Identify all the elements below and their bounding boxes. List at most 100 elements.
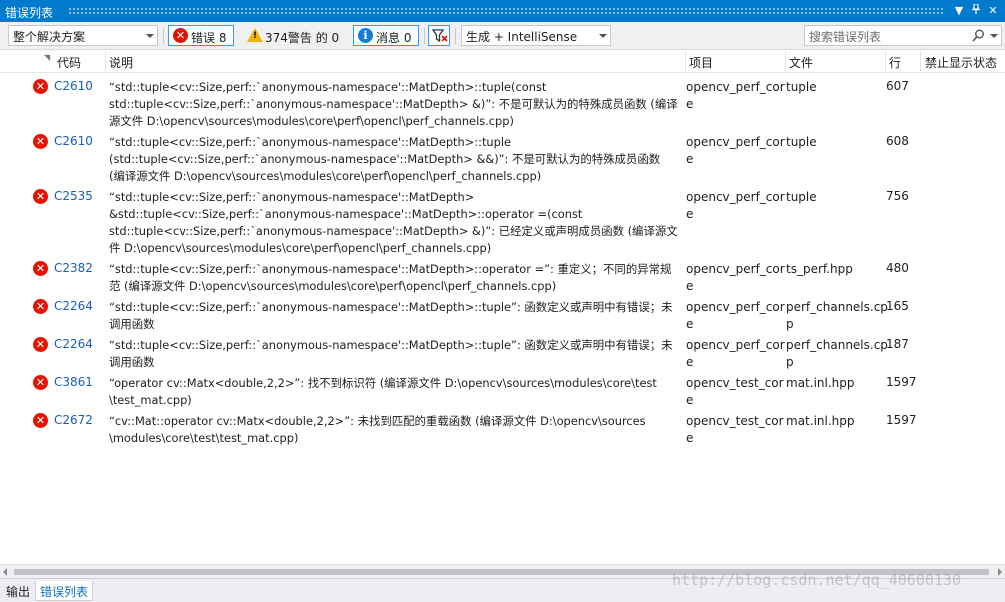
error-file: ts_perf.hpp <box>786 261 884 278</box>
error-project: opencv_perf_cor e <box>686 134 785 168</box>
warnings-label: 374警告 的 0 <box>265 31 340 45</box>
search-icon[interactable] <box>972 29 985 42</box>
error-code-link[interactable]: C2382 <box>54 261 93 275</box>
build-filter-dropdown[interactable]: 生成 + IntelliSense <box>461 25 611 46</box>
error-row[interactable]: ✕ C2672 “cv::Mat::operator cv::Matx<double… <box>0 408 1005 446</box>
error-row[interactable]: ✕ C2610 “std::tuple<cv::Size,perf::`anonym… <box>0 129 1005 184</box>
error-icon: ✕ <box>33 299 48 314</box>
warnings-toggle[interactable]: ! 374警告 的 0 <box>242 25 346 46</box>
tab-error-list[interactable]: 错误列表 <box>35 581 94 601</box>
scroll-right-icon[interactable] <box>998 568 1002 576</box>
error-description: “std::tuple<cv::Size,perf::`anonymous-na… <box>109 134 685 185</box>
error-description: “std::tuple<cv::Size,perf::`anonymous-na… <box>109 79 685 130</box>
search-options-icon[interactable] <box>990 34 998 38</box>
column-header: ◥ 代码 说明 项目 文件 行 禁止显示状态 <box>0 51 1005 73</box>
error-code-link[interactable]: C2264 <box>54 299 93 313</box>
error-project: opencv_perf_cor e <box>686 79 785 113</box>
error-row[interactable]: ✕ C3861 “operator cv::Matx<double,2,2>”: 找… <box>0 370 1005 408</box>
error-code-link[interactable]: C2672 <box>54 413 93 427</box>
title-bar: 错误列表 ▼ ✕ <box>0 0 1005 22</box>
error-description-line: “cv::Mat::operator cv::Matx<double,2,2>”… <box>109 414 646 428</box>
error-project-line: e <box>686 355 694 369</box>
error-description-line: std::tuple<cv::Size,perf::`anonymous-nam… <box>109 224 678 238</box>
error-description-line: \modules\core\test\test_mat.cpp) <box>109 431 299 445</box>
error-row[interactable]: ✕ C2535 “std::tuple<cv::Size,perf::`anonym… <box>0 184 1005 256</box>
window-title: 错误列表 <box>5 6 54 20</box>
scroll-left-icon[interactable] <box>3 568 7 576</box>
error-description-line: 调用函数 <box>109 355 155 369</box>
error-project: opencv_perf_core <box>686 189 785 223</box>
separator <box>163 28 164 44</box>
tab-output[interactable]: 输出 <box>2 581 34 601</box>
error-file-line: tuple <box>786 190 817 204</box>
error-description: “std::tuple<cv::Size,perf::`anonymous-na… <box>109 337 685 371</box>
error-file-line: p <box>786 355 794 369</box>
scope-dropdown[interactable]: 整个解决方案 <box>8 25 158 46</box>
error-row[interactable]: ✕ C2610 “std::tuple<cv::Size,perf::`anonym… <box>0 74 1005 129</box>
error-description-line: 调用函数 <box>109 317 155 331</box>
error-list: ✕ C2610 “std::tuple<cv::Size,perf::`anonym… <box>0 74 1005 564</box>
filter-icon <box>432 29 448 43</box>
error-row[interactable]: ✕ C2382 “std::tuple<cv::Size,perf::`anonym… <box>0 256 1005 294</box>
error-description-line: “std::tuple<cv::Size,perf::`anonymous-na… <box>109 80 547 94</box>
error-project-line: e <box>686 279 694 293</box>
column-line[interactable]: 行 <box>889 54 901 71</box>
error-description: “std::tuple<cv::Size,perf::`anonymous-na… <box>109 261 685 295</box>
error-project-line: opencv_perf_cor <box>686 135 785 149</box>
error-file-line: mat.inl.hpp <box>786 414 855 428</box>
error-icon: ✕ <box>173 28 188 43</box>
search-placeholder: 搜索错误列表 <box>809 30 882 44</box>
error-code-link[interactable]: C3861 <box>54 375 93 389</box>
error-line-number: 165 <box>886 299 909 313</box>
error-description-line: “std::tuple<cv::Size,perf::`anonymous-na… <box>109 135 512 149</box>
error-description: “std::tuple<cv::Size,perf::`anonymous-na… <box>109 299 685 333</box>
error-row[interactable]: ✕ C2264 “std::tuple<cv::Size,perf::`anonym… <box>0 294 1005 332</box>
sort-icon[interactable]: ◥ <box>44 53 50 62</box>
error-project: opencv_perf_cor e <box>686 299 785 333</box>
error-file: perf_channels.cpp <box>786 337 888 371</box>
error-file-line: perf_channels.cp <box>786 338 888 352</box>
chevron-down-icon <box>146 34 154 38</box>
close-icon[interactable]: ✕ <box>985 3 1001 19</box>
title-grip[interactable] <box>68 7 943 15</box>
error-code-link[interactable]: C2264 <box>54 337 93 351</box>
error-icon: ✕ <box>33 375 48 390</box>
column-file[interactable]: 文件 <box>789 54 813 71</box>
dropdown-icon[interactable]: ▼ <box>951 3 967 19</box>
error-icon: ✕ <box>33 337 48 352</box>
error-line-number: 1597 <box>886 413 917 427</box>
search-input[interactable]: 搜索错误列表 <box>804 25 1002 46</box>
error-row[interactable]: ✕ C2264 “std::tuple<cv::Size,perf::`anonym… <box>0 332 1005 370</box>
error-icon: ✕ <box>33 189 48 204</box>
error-project: opencv_perf_cor e <box>686 261 785 295</box>
error-project-line: opencv_perf_cor <box>686 190 785 204</box>
errors-toggle[interactable]: ✕ 错误 8 <box>168 25 234 46</box>
column-code[interactable]: 代码 <box>57 54 81 71</box>
column-description[interactable]: 说明 <box>109 54 133 71</box>
toolbar: 整个解决方案 ✕ 错误 8 ! 374警告 的 0 i 消息 0 生成 + In… <box>0 22 1005 50</box>
error-line-number: 480 <box>886 261 909 275</box>
error-project-line: e <box>686 207 694 221</box>
messages-label: 消息 0 <box>376 31 412 45</box>
watermark: http://blog.csdn.net/qq_40600130 <box>672 571 961 589</box>
error-project-line: opencv_test_cor <box>686 414 784 428</box>
filter-button[interactable] <box>428 25 450 46</box>
error-code-link[interactable]: C2610 <box>54 134 93 148</box>
error-description-line: “std::tuple<cv::Size,perf::`anonymous-na… <box>109 338 673 352</box>
column-suppression[interactable]: 禁止显示状态 <box>925 54 997 71</box>
error-description-line: “std::tuple<cv::Size,perf::`anonymous-na… <box>109 190 475 204</box>
column-project[interactable]: 项目 <box>689 54 713 71</box>
error-code-link[interactable]: C2610 <box>54 79 93 93</box>
separator <box>455 28 456 44</box>
error-code-link[interactable]: C2535 <box>54 189 93 203</box>
error-description-line: std::tuple<cv::Size,perf::`anonymous-nam… <box>109 97 678 111</box>
error-project-line: opencv_perf_cor <box>686 338 785 352</box>
error-project-line: opencv_test_cor <box>686 376 784 390</box>
error-file: tuple <box>786 134 884 151</box>
error-line-number: 1597 <box>886 375 917 389</box>
error-file: mat.inl.hpp <box>786 375 884 392</box>
pin-icon[interactable] <box>968 3 984 19</box>
messages-toggle[interactable]: i 消息 0 <box>353 25 419 46</box>
error-description-line: “std::tuple<cv::Size,perf::`anonymous-na… <box>109 300 673 314</box>
error-icon: ✕ <box>33 79 48 94</box>
